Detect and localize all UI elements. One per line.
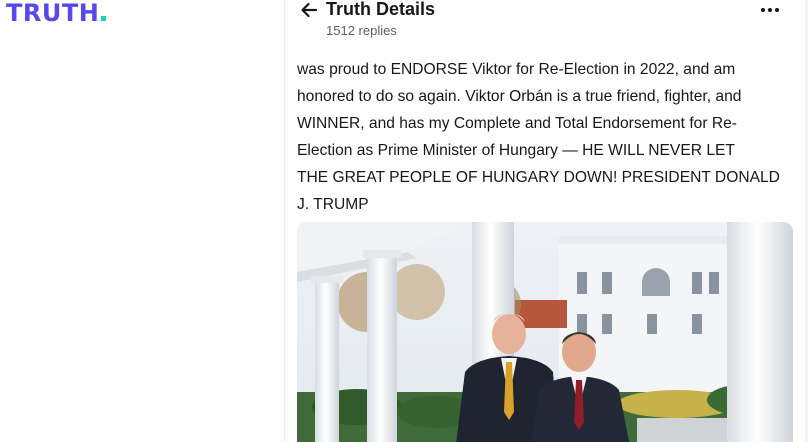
post-text-line: THE GREAT PEOPLE OF HUNGARY DOWN! PRESID…: [297, 168, 780, 186]
post-text-line: honored to do so again. Viktor Orbán is …: [297, 87, 742, 105]
replies-count[interactable]: 1512 replies: [326, 23, 397, 39]
more-dot: [768, 8, 772, 12]
back-button[interactable]: [295, 0, 323, 20]
post-text-line: J. TRUMP: [297, 195, 369, 213]
page-title: Truth Details: [326, 0, 436, 19]
more-dot: [775, 8, 779, 12]
truth-logo[interactable]: TRUTH: [6, 0, 107, 27]
photo-image: [297, 222, 793, 442]
more-options-button[interactable]: [755, 2, 785, 18]
post-text-line: Election as Prime Minister of Hungary — …: [297, 141, 735, 159]
app-window: TRUTH Truth Details 1512 replies was pro…: [0, 0, 808, 442]
arrow-left-icon: [301, 2, 318, 18]
left-sidebar: TRUTH: [0, 0, 284, 442]
post-photo[interactable]: [297, 222, 793, 442]
more-dot: [761, 8, 765, 12]
post-text: was proud to ENDORSE Viktor for Re-Elect…: [297, 57, 797, 218]
logo-dot: [101, 16, 107, 21]
post-text-line: WINNER, and has my Complete and Total En…: [297, 114, 737, 132]
details-header: Truth Details 1512 replies: [285, 0, 805, 46]
truth-details-column: Truth Details 1512 replies was proud to …: [285, 0, 805, 442]
post-text-line: was proud to ENDORSE Viktor for Re-Elect…: [297, 61, 736, 78]
logo-wordmark: TRUTH: [6, 0, 100, 27]
